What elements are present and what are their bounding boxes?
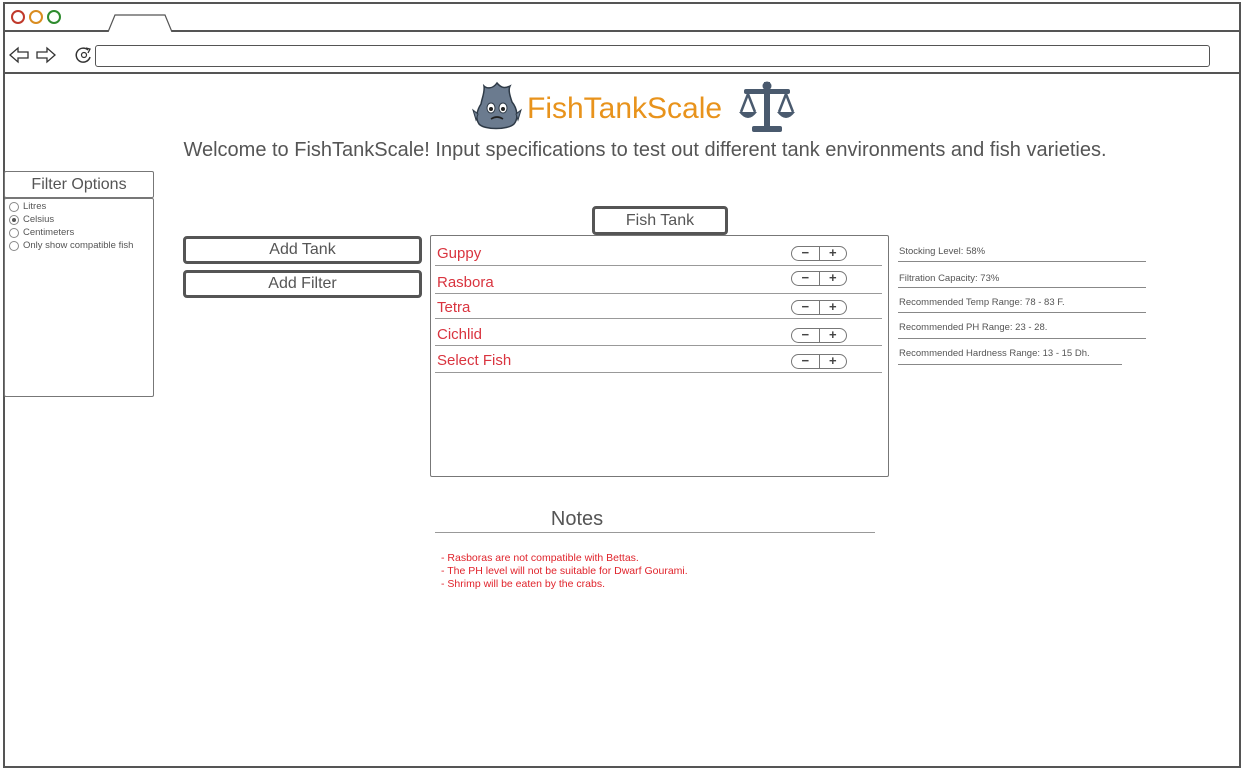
radio-label: Litres	[23, 201, 47, 212]
divider	[898, 364, 1122, 365]
select-fish-dropdown[interactable]: Select Fish	[437, 352, 511, 369]
divider	[898, 338, 1146, 339]
stocking-level: Stocking Level: 58%	[899, 246, 986, 257]
radio-label: Celsius	[23, 214, 55, 225]
radio-button[interactable]	[9, 214, 19, 225]
divider	[898, 261, 1146, 262]
decrement-button[interactable]: −	[792, 300, 820, 314]
fish-name[interactable]: Tetra	[437, 299, 470, 316]
increment-button[interactable]: +	[820, 354, 847, 368]
divider	[435, 318, 882, 319]
recommended-hardness-range: Recommended Hardness Range: 13 - 15 Dh.	[899, 348, 1090, 359]
recommended-temp-range: Recommended Temp Range: 78 - 83 F.	[899, 297, 1065, 308]
notes-title: Notes	[550, 508, 604, 530]
divider	[435, 532, 875, 533]
note-item: - The PH level will not be suitable for …	[441, 565, 688, 577]
radio-centimeters[interactable]: Centimeters	[9, 226, 74, 239]
minimize-window-button[interactable]	[29, 10, 43, 24]
fish-name[interactable]: Cichlid	[437, 326, 482, 343]
radio-litres[interactable]: Litres	[9, 200, 46, 213]
divider	[435, 265, 882, 266]
filter-options-header: Filter Options	[4, 171, 154, 198]
increment-button[interactable]: +	[820, 271, 847, 285]
quantity-stepper[interactable]: − +	[791, 271, 847, 286]
radio-button[interactable]	[9, 240, 19, 251]
radio-celsius[interactable]: Celsius	[9, 213, 54, 226]
divider	[435, 345, 882, 346]
fish-icon	[472, 81, 522, 130]
radio-label: Centimeters	[23, 227, 75, 238]
radio-label: Only show compatible fish	[23, 240, 134, 251]
reload-icon[interactable]	[73, 45, 95, 65]
add-tank-button[interactable]: Add Tank	[183, 236, 422, 264]
fish-name[interactable]: Rasbora	[437, 274, 494, 291]
fish-tank-title: Fish Tank	[592, 206, 728, 235]
radio-button[interactable]	[9, 227, 19, 238]
increment-button[interactable]: +	[820, 300, 847, 314]
increment-button[interactable]: +	[820, 328, 847, 342]
browser-tab[interactable]	[107, 14, 173, 32]
divider	[435, 293, 882, 294]
divider	[898, 312, 1146, 313]
divider	[898, 287, 1146, 288]
back-arrow-icon[interactable]	[8, 45, 30, 65]
decrement-button[interactable]: −	[792, 271, 820, 285]
forward-arrow-icon[interactable]	[35, 45, 57, 65]
address-bar[interactable]	[95, 45, 1210, 67]
decrement-button[interactable]: −	[792, 246, 820, 260]
divider	[435, 372, 882, 373]
increment-button[interactable]: +	[820, 246, 847, 260]
radio-button[interactable]	[9, 201, 19, 212]
quantity-stepper[interactable]: − +	[791, 328, 847, 343]
fish-name[interactable]: Guppy	[437, 245, 481, 262]
decrement-button[interactable]: −	[792, 328, 820, 342]
radio-only-compatible-fish[interactable]: Only show compatible fish	[9, 239, 133, 252]
quantity-stepper[interactable]: − +	[791, 246, 847, 261]
welcome-message: Welcome to FishTankScale! Input specific…	[183, 139, 1107, 161]
recommended-ph-range: Recommended PH Range: 23 - 28.	[899, 322, 1048, 333]
title-bar	[3, 2, 1241, 32]
decrement-button[interactable]: −	[792, 354, 820, 368]
close-window-button[interactable]	[11, 10, 25, 24]
note-item: - Rasboras are not compatible with Betta…	[441, 552, 639, 564]
note-item: - Shrimp will be eaten by the crabs.	[441, 578, 605, 590]
app-title: FishTankScale	[527, 92, 723, 125]
maximize-window-button[interactable]	[47, 10, 61, 24]
quantity-stepper[interactable]: − +	[791, 354, 847, 369]
balance-scale-icon	[739, 81, 795, 132]
filtration-capacity: Filtration Capacity: 73%	[899, 273, 1000, 284]
quantity-stepper[interactable]: − +	[791, 300, 847, 315]
add-filter-button[interactable]: Add Filter	[183, 270, 422, 298]
